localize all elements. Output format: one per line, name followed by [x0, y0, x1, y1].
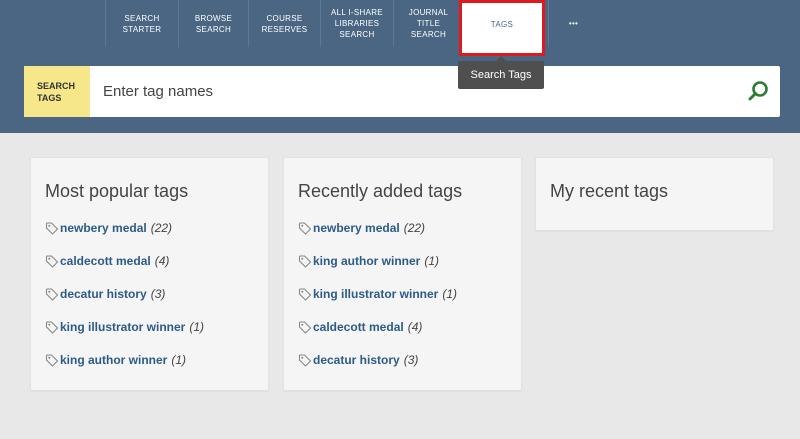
tab-label: BROWSE SEARCH [194, 13, 233, 34]
list-item: decatur history (3) [298, 353, 521, 386]
tag-icon [45, 354, 59, 367]
tooltip: Search Tags [458, 56, 544, 89]
tag-icon [298, 321, 312, 334]
list-item: king illustrator winner (1) [298, 287, 521, 320]
tag-count: (3) [150, 287, 166, 301]
tag-count: (4) [154, 254, 170, 268]
tag-link[interactable]: newbery medal [60, 221, 147, 235]
tag-list: newbery medal (22) king author winner (1… [298, 221, 521, 396]
search-type-label: SEARCH TAGS [24, 66, 90, 117]
list-item: newbery medal (22) [298, 221, 521, 254]
tab-browse-search[interactable]: BROWSE SEARCH [178, 0, 248, 47]
tag-count: (1) [424, 254, 440, 268]
tab-course-reserves[interactable]: COURSE RESERVES [248, 0, 320, 47]
list-item: decatur history (3) [45, 287, 268, 320]
tag-count: (1) [442, 287, 458, 301]
tag-link[interactable]: king author winner [60, 353, 167, 367]
tab-more[interactable]: ••• [548, 0, 598, 47]
panel-title: My recent tags [550, 181, 669, 201]
tag-link[interactable]: king author winner [313, 254, 420, 268]
tag-link[interactable]: caldecott medal [60, 254, 151, 268]
list-item: caldecott medal (4) [45, 254, 268, 287]
panel-title: Recently added tags [298, 181, 463, 201]
tag-icon [298, 288, 312, 301]
tab-tags[interactable]: TAGS [459, 0, 545, 56]
panel-title: Most popular tags [45, 181, 189, 201]
list-item: caldecott medal (4) [298, 320, 521, 353]
tag-link[interactable]: king illustrator winner [313, 287, 438, 301]
tag-icon [45, 321, 59, 334]
my-recent-tags-panel: My recent tags [535, 157, 774, 231]
tag-link[interactable]: decatur history [60, 287, 147, 301]
tag-count: (1) [189, 320, 205, 334]
tag-icon [45, 222, 59, 235]
tag-count: (22) [150, 221, 173, 235]
tag-link[interactable]: king illustrator winner [60, 320, 185, 334]
list-item: king illustrator winner (1) [45, 320, 268, 353]
tag-count: (3) [403, 353, 419, 367]
search-button[interactable] [746, 79, 770, 103]
search-box: SEARCH TAGS [24, 66, 780, 117]
tag-icon [298, 354, 312, 367]
tab-label: COURSE RESERVES [261, 13, 308, 34]
tag-list: newbery medal (22) caldecott medal (4) d… [45, 221, 268, 396]
tab-journal-title-search[interactable]: JOURNAL TITLE SEARCH [393, 0, 463, 47]
tab-search-starter[interactable]: SEARCH STARTER [105, 0, 178, 47]
tab-all-ishare-libraries-search[interactable]: ALL I-SHARE LIBRARIES SEARCH [320, 0, 393, 47]
tag-icon [45, 255, 59, 268]
list-item: newbery medal (22) [45, 221, 268, 254]
tab-label: TAGS [490, 19, 514, 29]
tag-link[interactable]: newbery medal [313, 221, 400, 235]
recently-added-tags-panel: Recently added tags newbery medal (22) k… [283, 157, 522, 391]
popular-tags-panel: Most popular tags newbery medal (22) cal… [30, 157, 269, 391]
tag-count: (22) [403, 221, 426, 235]
tag-icon [45, 288, 59, 301]
search-icon [748, 81, 768, 101]
tab-label: JOURNAL TITLE SEARCH [408, 8, 449, 39]
tag-search-input[interactable] [90, 66, 730, 117]
tag-count: (4) [407, 320, 423, 334]
tab-label: SEARCH STARTER [122, 13, 162, 34]
list-item: king author winner (1) [298, 254, 521, 287]
list-item: king author winner (1) [45, 353, 268, 386]
tag-link[interactable]: decatur history [313, 353, 400, 367]
tag-count: (1) [171, 353, 187, 367]
top-navigation: SEARCH STARTER BROWSE SEARCH COURSE RESE… [0, 0, 800, 47]
tag-icon [298, 222, 312, 235]
tag-link[interactable]: caldecott medal [313, 320, 404, 334]
tag-icon [298, 255, 312, 268]
more-icon: ••• [568, 19, 579, 28]
tab-label: ALL I-SHARE LIBRARIES SEARCH [331, 8, 383, 39]
